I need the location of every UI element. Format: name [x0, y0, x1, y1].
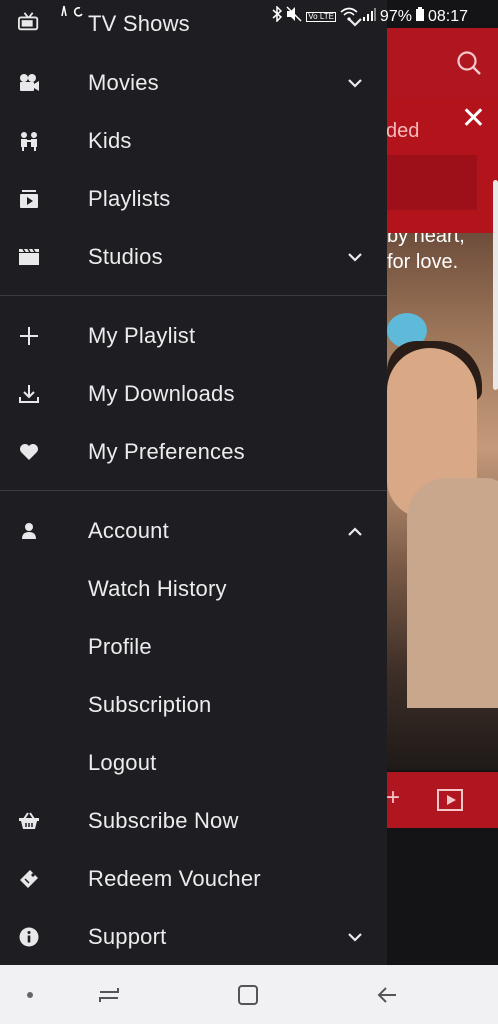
drawer-item-label: Kids — [88, 128, 132, 153]
film-camera-icon — [18, 72, 40, 94]
drawer-item-movies[interactable]: Movies — [0, 54, 387, 112]
drawer-item-label: Account — [88, 518, 169, 543]
close-icon[interactable]: ✕ — [461, 104, 486, 134]
chevron-down-icon[interactable] — [347, 14, 363, 30]
drawer-subitem-logout[interactable]: Logout — [0, 734, 387, 792]
chevron-down-icon[interactable] — [347, 929, 363, 945]
notice-text: ded — [386, 120, 420, 142]
back-icon[interactable] — [373, 981, 401, 1009]
drawer-subitem-subscription[interactable]: Subscription — [0, 676, 387, 734]
add-icon[interactable]: + — [386, 784, 400, 812]
recent-apps-icon[interactable] — [95, 981, 123, 1009]
drawer-item-kids[interactable]: Kids — [0, 112, 387, 170]
heart-icon — [18, 441, 40, 463]
drawer-item-label: Subscription — [88, 692, 212, 717]
drawer-item-account[interactable]: Account — [0, 502, 387, 560]
drawer-item-label: TV Shows — [88, 11, 190, 36]
drawer-subitem-profile[interactable]: Profile — [0, 618, 387, 676]
user-icon — [18, 520, 40, 542]
tv-icon — [18, 11, 40, 33]
video-icon[interactable] — [437, 789, 463, 811]
hero-image: by heart, for love. — [387, 233, 498, 770]
drawer-item-playlists[interactable]: Playlists — [0, 170, 387, 228]
chevron-up-icon[interactable] — [347, 523, 363, 539]
search-icon[interactable] — [456, 50, 482, 81]
clapperboard-icon — [18, 246, 40, 268]
voucher-icon — [18, 868, 40, 890]
chevron-down-icon[interactable] — [347, 249, 363, 265]
plus-icon — [18, 325, 40, 347]
chevron-down-icon[interactable] — [347, 75, 363, 91]
divider — [0, 490, 387, 491]
info-icon — [18, 926, 40, 948]
drawer-item-label: My Preferences — [88, 439, 245, 464]
kids-icon — [18, 130, 40, 152]
drawer-item-label: My Playlist — [88, 323, 196, 348]
drawer-item-label: Movies — [88, 70, 159, 95]
drawer-item-label: Playlists — [88, 186, 171, 211]
drawer-item-studios[interactable]: Studios — [0, 228, 387, 286]
drawer-item-label: Redeem Voucher — [88, 866, 261, 891]
drawer-item-label: Watch History — [88, 576, 227, 601]
drawer-item-my-playlist[interactable]: My Playlist — [0, 307, 387, 365]
drawer-item-label: My Downloads — [88, 381, 235, 406]
basket-icon — [18, 810, 40, 832]
home-icon[interactable] — [234, 981, 262, 1009]
playlist-icon — [18, 188, 40, 210]
drawer-item-label: Logout — [88, 750, 157, 775]
drawer-item-redeem-voucher[interactable]: Redeem Voucher — [0, 850, 387, 908]
drawer-subitem-watch-history[interactable]: Watch History — [0, 560, 387, 618]
scrollbar[interactable] — [493, 180, 498, 390]
download-icon — [18, 383, 40, 405]
drawer-item-label: Subscribe Now — [88, 808, 239, 833]
drawer-item-label: Studios — [88, 244, 163, 269]
notice-inner-bar — [387, 155, 477, 210]
drawer-item-tv-shows[interactable]: TV Shows — [0, 0, 387, 50]
nav-dot-icon[interactable] — [16, 981, 44, 1009]
divider — [0, 295, 387, 296]
drawer-item-label: Profile — [88, 634, 152, 659]
drawer-item-label: Support — [88, 924, 167, 949]
drawer-item-my-downloads[interactable]: My Downloads — [0, 365, 387, 423]
drawer-item-subscribe-now[interactable]: Subscribe Now — [0, 792, 387, 850]
navigation-drawer: TV Shows Movies Kids Playlists Studios M… — [0, 0, 387, 965]
drawer-item-my-preferences[interactable]: My Preferences — [0, 423, 387, 481]
drawer-item-support[interactable]: Support — [0, 908, 387, 966]
system-nav-bar — [0, 965, 498, 1024]
